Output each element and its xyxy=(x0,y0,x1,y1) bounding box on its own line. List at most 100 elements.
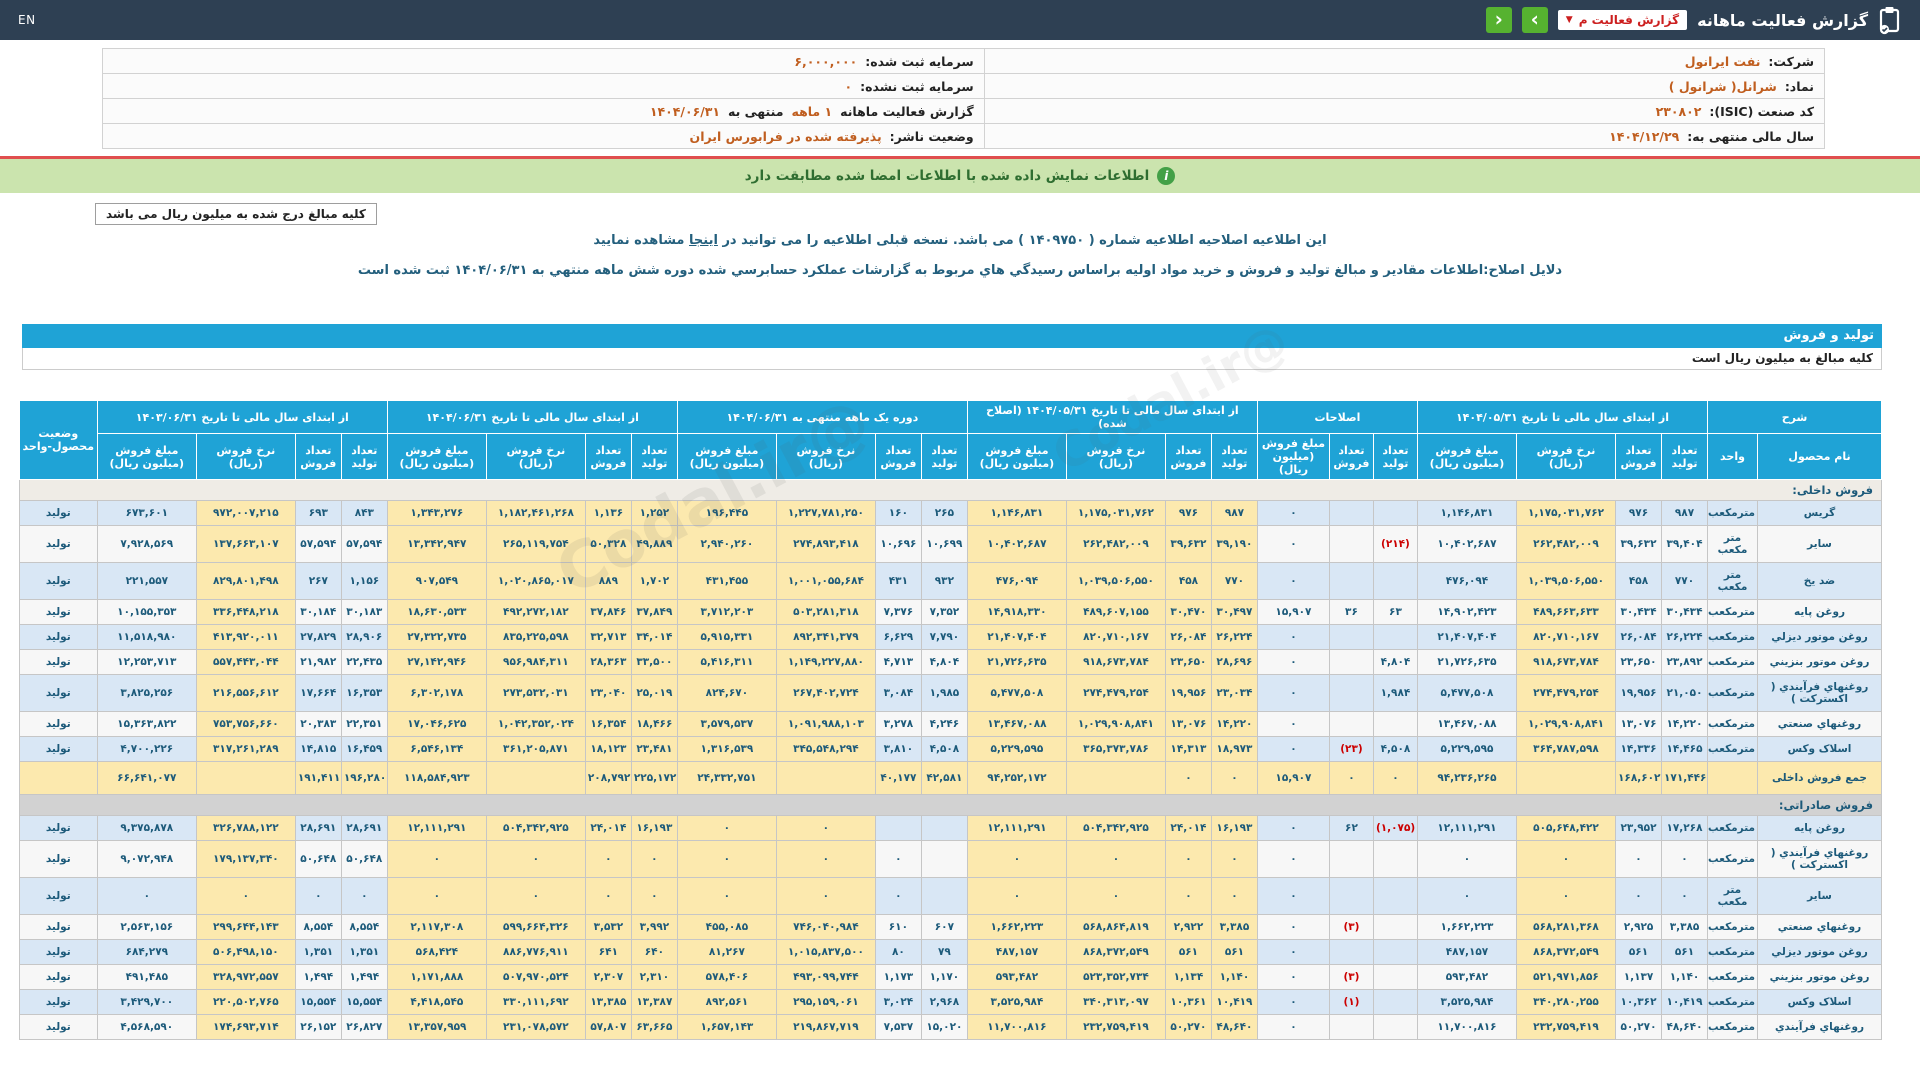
value-cell: ۱۶۸,۶۰۲ xyxy=(1616,762,1662,795)
value-cell: ۴,۵۰۸ xyxy=(921,737,967,762)
product-status: تولید xyxy=(19,1015,97,1040)
value-cell: ۲۷۳,۵۳۲,۰۳۱ xyxy=(486,675,585,712)
value-cell: ۱۱,۷۰۰,۸۱۶ xyxy=(967,1015,1066,1040)
value-cell: ۵۰,۳۲۸ xyxy=(585,526,631,563)
value-cell: ۲۸,۶۹۶ xyxy=(1211,650,1257,675)
value-cell xyxy=(196,762,295,795)
value-cell: ۹۸۷ xyxy=(1211,501,1257,526)
previous-version-link[interactable]: اینجا xyxy=(689,233,718,248)
value-cell: ۱۳۷,۶۶۳,۱۰۷ xyxy=(196,526,295,563)
amounts-unit-note: کلیه مبالغ درج شده به میلیون ریال می باش… xyxy=(95,203,377,225)
value-cell: ۱۵,۵۵۴ xyxy=(341,990,387,1015)
value-cell: ۹۱۸,۶۷۳,۷۸۴ xyxy=(1066,650,1165,675)
value-cell: ۵۶۱ xyxy=(1211,940,1257,965)
value-cell: ۱,۱۷۵,۰۳۱,۷۶۲ xyxy=(1517,501,1616,526)
value-cell: ۰ xyxy=(1417,841,1516,878)
product-unit: مترمکعب xyxy=(1708,675,1758,712)
value-cell xyxy=(1329,625,1373,650)
table-row: اسلاک وکسمترمکعب۱۰,۴۱۹۱۰,۳۶۲۳۴۰,۲۸۰,۲۵۵۳… xyxy=(19,990,1881,1015)
value-cell: ۸۳۵,۲۲۵,۵۹۸ xyxy=(486,625,585,650)
value-cell: ۰ xyxy=(1257,501,1329,526)
value-cell: ۸۲۴,۶۷۰ xyxy=(677,675,776,712)
value-cell: ۲۹۹,۶۴۴,۱۴۳ xyxy=(196,915,295,940)
product-status: تولید xyxy=(19,563,97,600)
value-cell: ۳۲۶,۷۸۸,۱۲۲ xyxy=(196,816,295,841)
value-cell: (۱,۰۷۵) xyxy=(1373,816,1417,841)
value-cell: ۳۶۵,۳۷۳,۷۸۶ xyxy=(1066,737,1165,762)
value-cell: ۴۸,۶۴۰ xyxy=(1662,1015,1708,1040)
value-cell: ۰ xyxy=(585,841,631,878)
value-cell: ۲۶,۲۲۴ xyxy=(1662,625,1708,650)
value-cell: ۶,۵۴۶,۱۳۴ xyxy=(387,737,486,762)
registered-capital-label: سرمایه ثبت شده: xyxy=(865,54,973,69)
value-cell: ۴۲,۵۸۱ xyxy=(921,762,967,795)
value-cell: ۱,۲۲۷,۷۸۱,۲۵۰ xyxy=(776,501,875,526)
value-cell: ۵۰,۶۴۸ xyxy=(295,841,341,878)
value-cell: ۱۹,۹۵۶ xyxy=(1165,675,1211,712)
value-cell: ۰ xyxy=(1165,841,1211,878)
value-cell: ۱,۹۸۴ xyxy=(1373,675,1417,712)
value-cell: ۱,۰۳۹,۵۰۶,۵۵۰ xyxy=(1066,563,1165,600)
language-toggle-en[interactable]: EN xyxy=(18,13,36,27)
column-group-header: از ابتدای سال مالی تا تاریخ ۱۴۰۴/۰۵/۳۱ (… xyxy=(967,401,1257,434)
value-cell: ۷۷۰ xyxy=(1662,563,1708,600)
value-cell: ۵۶۸,۸۶۴,۸۱۹ xyxy=(1066,915,1165,940)
value-cell: ۰ xyxy=(1165,762,1211,795)
value-cell: ۲۲۰,۵۰۲,۷۶۵ xyxy=(196,990,295,1015)
amounts-in-million-rial-note: کلیه مبالغ به میلیون ریال است xyxy=(22,348,1882,370)
value-cell: ۰ xyxy=(1662,878,1708,915)
value-cell: ۱,۶۵۷,۱۴۳ xyxy=(677,1015,776,1040)
value-cell: ۱۳,۴۶۷,۰۸۸ xyxy=(967,712,1066,737)
report-type-dropdown[interactable]: گزارش فعالیت م ▼ xyxy=(1558,10,1687,30)
product-unit: مترمکعب xyxy=(1708,712,1758,737)
product-name: گریس xyxy=(1758,501,1882,526)
value-cell: ۵۰۵,۶۴۸,۴۲۲ xyxy=(1517,816,1616,841)
value-cell: ۱,۱۳۷ xyxy=(1616,965,1662,990)
value-cell: ۰ xyxy=(677,841,776,878)
value-cell: ۰ xyxy=(677,878,776,915)
value-cell: ۱,۱۴۰ xyxy=(1211,965,1257,990)
value-cell: ۰ xyxy=(1616,841,1662,878)
product-name: روغن موتور ديزلي xyxy=(1758,940,1882,965)
revision-note-text-2: مشاهده نمایید xyxy=(593,233,684,248)
value-cell: ۳,۵۲۵,۹۸۴ xyxy=(967,990,1066,1015)
value-cell: ۰ xyxy=(1257,841,1329,878)
value-cell xyxy=(1329,712,1373,737)
value-cell: ۷۹ xyxy=(921,940,967,965)
product-name: روغنهاي صنعتي xyxy=(1758,712,1882,737)
value-cell: ۱۰,۶۹۹ xyxy=(921,526,967,563)
value-cell: ۵,۴۷۷,۵۰۸ xyxy=(1417,675,1516,712)
value-cell: ۴۹۳,۰۹۹,۷۴۴ xyxy=(776,965,875,990)
company-info-section: شرکت: نفت ایرانول سرمایه ثبت شده: ۶,۰۰۰,… xyxy=(102,48,1825,149)
value-cell: ۷۴۶,۰۴۰,۹۸۴ xyxy=(776,915,875,940)
value-cell: ۵۹۳,۴۸۲ xyxy=(967,965,1066,990)
value-cell: ۱۰,۴۱۹ xyxy=(1211,990,1257,1015)
value-cell: ۲,۳۱۰ xyxy=(631,965,677,990)
value-cell: ۰ xyxy=(875,878,921,915)
value-cell: ۹۷۲,۰۰۷,۲۱۵ xyxy=(196,501,295,526)
value-cell: ۲۲,۳۵۱ xyxy=(341,712,387,737)
previous-report-button[interactable]: ‹ xyxy=(1486,7,1512,33)
table-row: سایرمتر مکعب۰۰۰۰۰۰۰۰۰۰۰۰۰۰۰۰۰۰۰۰تولید xyxy=(19,878,1881,915)
value-cell: ۲۷,۱۴۲,۹۴۶ xyxy=(387,650,486,675)
table-row: روغن موتور ديزليمترمکعب۵۶۱۵۶۱۸۶۸,۳۷۲,۵۴۹… xyxy=(19,940,1881,965)
value-cell: ۵۵۷,۴۴۳,۰۴۴ xyxy=(196,650,295,675)
value-cell: ۳,۳۸۵ xyxy=(1211,915,1257,940)
value-cell: ۵۶۸,۲۸۱,۳۶۸ xyxy=(1517,915,1616,940)
value-cell: ۷,۳۷۶ xyxy=(875,600,921,625)
value-cell: ۱,۶۶۲,۲۲۳ xyxy=(967,915,1066,940)
column-header: مبلغ فروش (میلیون ریال) xyxy=(677,434,776,480)
value-cell: ۵۷,۸۰۷ xyxy=(585,1015,631,1040)
value-cell: ۵۰,۲۷۰ xyxy=(1165,1015,1211,1040)
value-cell: ۳۰,۱۸۳ xyxy=(341,600,387,625)
value-cell: ۱۰,۱۵۵,۳۵۳ xyxy=(97,600,196,625)
value-cell: ۱۵,۰۲۰ xyxy=(921,1015,967,1040)
value-cell: ۲۱,۰۵۰ xyxy=(1662,675,1708,712)
value-cell: ۲۳,۶۵۰ xyxy=(1165,650,1211,675)
value-cell: ۰ xyxy=(875,841,921,878)
value-cell: ۴,۵۰۸ xyxy=(1373,737,1417,762)
next-report-button[interactable]: › xyxy=(1522,7,1548,33)
value-cell: ۱۴,۲۲۰ xyxy=(1662,712,1708,737)
value-cell: ۳۲۸,۹۷۲,۵۵۷ xyxy=(196,965,295,990)
value-cell: ۶۰۷ xyxy=(921,915,967,940)
